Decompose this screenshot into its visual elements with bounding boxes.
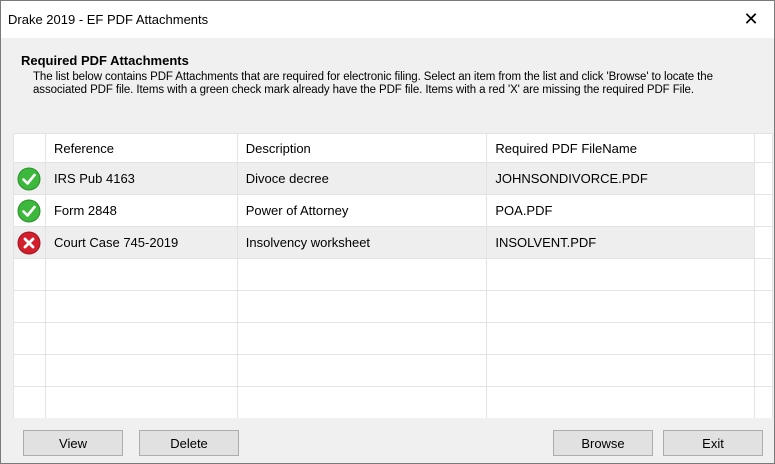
exit-button[interactable]: Exit — [663, 430, 763, 456]
description-column-header[interactable]: Description — [236, 133, 488, 163]
empty-row — [13, 258, 773, 291]
empty-row — [13, 386, 773, 418]
filename-column-header[interactable]: Required PDF FileName — [486, 133, 755, 163]
title-bar: Drake 2019 - EF PDF Attachments ✕ — [1, 1, 774, 38]
attachments-grid[interactable]: Reference Description Required PDF FileN… — [13, 133, 773, 418]
delete-button[interactable]: Delete — [139, 430, 239, 456]
check-icon — [17, 199, 41, 222]
description-cell: Power of Attorney — [236, 194, 488, 227]
attachments-table: Reference Description Required PDF FileN… — [13, 133, 773, 418]
close-button[interactable]: ✕ — [728, 1, 774, 38]
section-title: Required PDF Attachments — [21, 53, 189, 68]
reference-cell: Form 2848 — [44, 194, 238, 227]
empty-row — [13, 354, 773, 387]
header-row: Reference Description Required PDF FileN… — [13, 133, 773, 163]
window-title: Drake 2019 - EF PDF Attachments — [8, 12, 209, 27]
check-icon — [17, 167, 41, 190]
status-cell — [13, 162, 46, 195]
instructions-text: The list below contains PDF Attachments … — [33, 71, 713, 96]
header-panel: Required PDF Attachments The list below … — [1, 38, 774, 133]
description-cell: Insolvency worksheet — [236, 226, 488, 259]
status-cell — [13, 226, 46, 259]
description-cell: Divoce decree — [236, 162, 488, 195]
reference-cell: IRS Pub 4163 — [44, 162, 238, 195]
reference-cell: Court Case 745-2019 — [44, 226, 238, 259]
filler-cell — [754, 194, 773, 227]
dialog-window: Drake 2019 - EF PDF Attachments ✕ Requir… — [0, 0, 775, 464]
view-button[interactable]: View — [23, 430, 123, 456]
button-bar: View Delete Browse Exit — [1, 418, 774, 463]
empty-row — [13, 322, 773, 355]
filler-cell — [754, 162, 773, 195]
x-icon — [17, 231, 41, 254]
header-filler — [754, 133, 773, 163]
browse-button[interactable]: Browse — [553, 430, 653, 456]
filename-cell: POA.PDF — [486, 194, 755, 227]
status-column-header[interactable] — [13, 133, 46, 163]
table-row[interactable]: Form 2848 Power of Attorney POA.PDF — [13, 194, 773, 227]
table-row[interactable]: Court Case 745-2019 Insolvency worksheet… — [13, 226, 773, 259]
filename-cell: JOHNSONDIVORCE.PDF — [486, 162, 755, 195]
filler-cell — [754, 226, 773, 259]
empty-row — [13, 290, 773, 323]
reference-column-header[interactable]: Reference — [44, 133, 238, 163]
table-row[interactable]: IRS Pub 4163 Divoce decree JOHNSONDIVORC… — [13, 162, 773, 195]
filename-cell: INSOLVENT.PDF — [486, 226, 755, 259]
close-icon: ✕ — [743, 9, 759, 29]
status-cell — [13, 194, 46, 227]
